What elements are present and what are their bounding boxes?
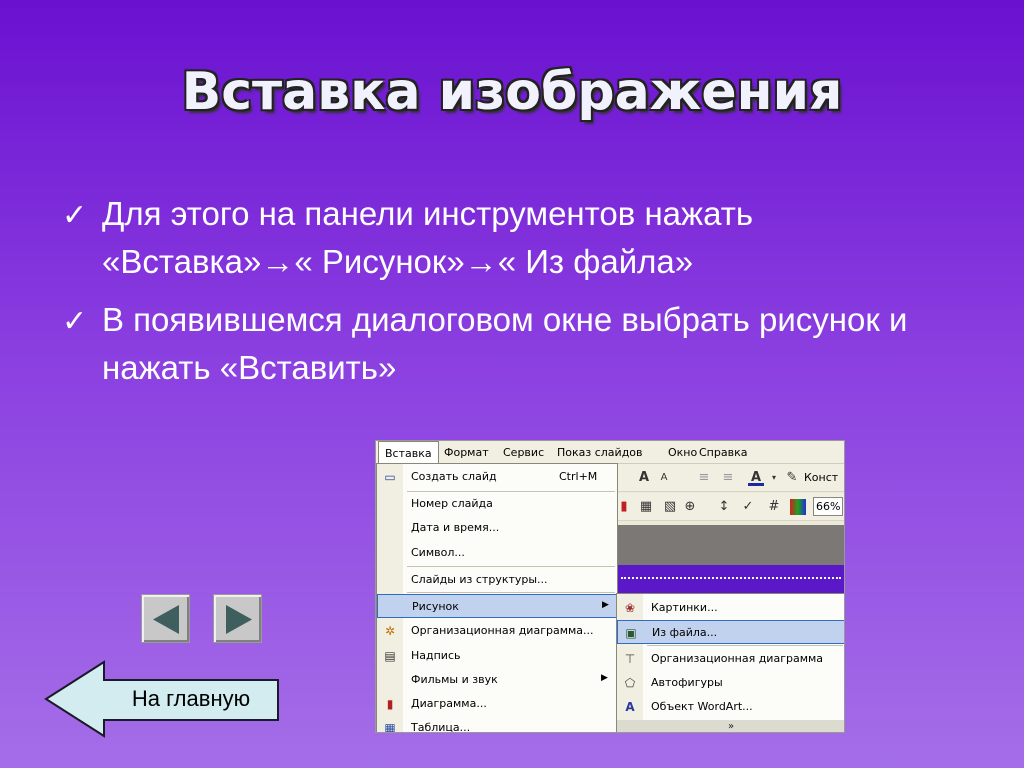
font-color-icon[interactable]: A <box>748 470 764 486</box>
toolbar-row-1: A A ≡ ≡ A ▾ ✎ Конст <box>616 464 844 492</box>
slide-title: Вставка изображения <box>181 62 843 122</box>
menu-item-label: Таблица... <box>411 721 471 733</box>
menu-item-textbox[interactable]: ▤ Надпись <box>377 644 617 668</box>
menu-item-label: Рисунок <box>412 600 459 613</box>
menu-item-label: Дата и время... <box>411 521 500 534</box>
menu-item-slide-number[interactable]: Номер слайда <box>377 492 617 516</box>
menu-item-label: Номер слайда <box>411 497 493 510</box>
home-button-label: На главную <box>131 686 251 711</box>
menu-window[interactable]: Окно <box>668 446 697 459</box>
bullet-list: ✓ Для этого на панели инструментов нажат… <box>62 190 962 402</box>
menu-format[interactable]: Формат <box>444 446 489 459</box>
menu-item-label: Организационная диаграмма <box>651 652 824 665</box>
spelling-icon[interactable]: ✓ <box>740 499 756 515</box>
font-grow-icon[interactable]: A <box>636 470 652 486</box>
prev-slide-button[interactable] <box>141 594 190 643</box>
menu-item-date-time[interactable]: Дата и время... <box>377 516 617 540</box>
chart-icon: ▮ <box>386 697 394 711</box>
menubar: Вставка Формат Сервис Показ слайдов Окно… <box>376 441 844 464</box>
menu-separator <box>647 645 843 646</box>
selection-border <box>621 577 841 582</box>
table-icon[interactable]: ▦ <box>638 499 654 515</box>
menu-item-label: Надпись <box>411 649 461 662</box>
menu-item-label: Фильмы и звук <box>411 673 498 686</box>
menu-item-chart[interactable]: ▮ Диаграмма... <box>377 692 617 716</box>
org-chart-icon: ✲ <box>384 624 396 638</box>
bullet-item: ✓ В появившемся диалоговом окне выбрать … <box>62 296 962 392</box>
menu-insert[interactable]: Вставка <box>378 441 439 464</box>
toolbar-row-2: ▮ ▦ ▧ ⊕ ↕ ✓ # ■ 66% <box>616 493 844 521</box>
clipart-icon: ❀ <box>624 601 636 615</box>
menu-separator <box>407 592 615 593</box>
menu-item-label: Из файла... <box>652 626 718 639</box>
wordart-icon: A <box>625 700 635 714</box>
menu-item-shortcut: Ctrl+M <box>559 470 598 483</box>
table-icon: ▦ <box>384 721 396 733</box>
bullet-item: ✓ Для этого на панели инструментов нажат… <box>62 190 962 286</box>
arrow-right-icon <box>226 605 252 634</box>
grid-icon[interactable]: # <box>766 499 782 515</box>
next-slide-button[interactable] <box>213 594 262 643</box>
menu-item-symbol[interactable]: Символ... <box>377 541 617 565</box>
submenu-arrow-icon: ▶ <box>602 600 609 610</box>
menu-item-label: Объект WordArt... <box>651 700 753 713</box>
new-slide-icon: ▭ <box>384 470 396 484</box>
workspace-background <box>616 525 844 565</box>
autoshapes-icon: ⬠ <box>624 676 636 690</box>
bullet-text: В появившемся диалоговом окне выбрать ри… <box>102 301 908 386</box>
chart-icon[interactable]: ▮ <box>616 499 632 515</box>
hyperlink-icon[interactable]: ⊕ <box>682 499 698 515</box>
increase-indent-icon[interactable]: ≡ <box>720 470 736 486</box>
menu-screenshot: Вставка Формат Сервис Показ слайдов Окно… <box>375 440 845 733</box>
org-chart-icon: ⊤ <box>624 652 636 666</box>
dropdown-arrow-icon[interactable]: ▾ <box>766 470 782 486</box>
color-grayscale-icon[interactable]: ■ <box>790 499 806 515</box>
menu-item-label: Автофигуры <box>651 676 723 689</box>
menu-item-label: Символ... <box>411 546 465 559</box>
menu-item-movies-sounds[interactable]: Фильмы и звук ▶ <box>377 668 617 692</box>
menu-item-label: Диаграмма... <box>411 697 487 710</box>
arrow-left-icon <box>153 605 179 634</box>
toolbar-design-label[interactable]: Конст <box>804 471 838 484</box>
menu-service[interactable]: Сервис <box>503 446 544 459</box>
expand-menu-icon[interactable]: » <box>617 720 844 732</box>
submenu-item-from-file[interactable]: ▣ Из файла... <box>617 620 844 644</box>
textbox-icon: ▤ <box>384 649 396 663</box>
insert-menu: ▭ Создать слайд Ctrl+M Номер слайда Дата… <box>376 463 618 733</box>
menu-help[interactable]: Справка <box>699 446 747 459</box>
menu-item-org-chart[interactable]: ✲ Организационная диаграмма... <box>377 619 617 643</box>
design-icon[interactable]: ✎ <box>784 470 800 486</box>
menu-separator <box>407 566 615 567</box>
menu-item-label: Создать слайд <box>411 470 497 483</box>
menu-item-label: Картинки... <box>651 601 718 614</box>
menu-slideshow[interactable]: Показ слайдов <box>557 446 643 459</box>
from-file-icon: ▣ <box>625 626 637 640</box>
menu-item-label: Организационная диаграмма... <box>411 624 594 637</box>
font-shrink-icon[interactable]: A <box>656 470 672 486</box>
menu-item-picture[interactable]: Рисунок ▶ <box>377 594 617 618</box>
submenu-item-autoshapes[interactable]: ⬠ Автофигуры <box>617 671 844 695</box>
menu-item-label: Слайды из структуры... <box>411 573 548 586</box>
zoom-field[interactable]: 66% <box>813 497 843 516</box>
home-button[interactable]: На главную <box>44 660 280 738</box>
bullet-text: Для этого на панели инструментов нажать … <box>102 195 754 280</box>
tables-borders-icon[interactable]: ▧ <box>662 499 678 515</box>
submenu-item-wordart[interactable]: A Объект WordArt... <box>617 695 844 719</box>
submenu-item-org-chart[interactable]: ⊤ Организационная диаграмма <box>617 647 844 671</box>
picture-submenu: ❀ Картинки... ▣ Из файла... ⊤ Организаци… <box>616 593 844 732</box>
checkmark-icon: ✓ <box>62 198 88 233</box>
decrease-indent-icon[interactable]: ≡ <box>696 470 712 486</box>
menu-item-table[interactable]: ▦ Таблица... <box>377 716 617 733</box>
menu-item-slides-from-outline[interactable]: Слайды из структуры... <box>377 568 617 592</box>
text-direction-icon[interactable]: ↕ <box>716 499 732 515</box>
checkmark-icon: ✓ <box>62 304 88 339</box>
submenu-item-clipart[interactable]: ❀ Картинки... <box>617 596 844 620</box>
menu-item-new-slide[interactable]: ▭ Создать слайд Ctrl+M <box>377 465 617 489</box>
submenu-arrow-icon: ▶ <box>601 673 608 683</box>
